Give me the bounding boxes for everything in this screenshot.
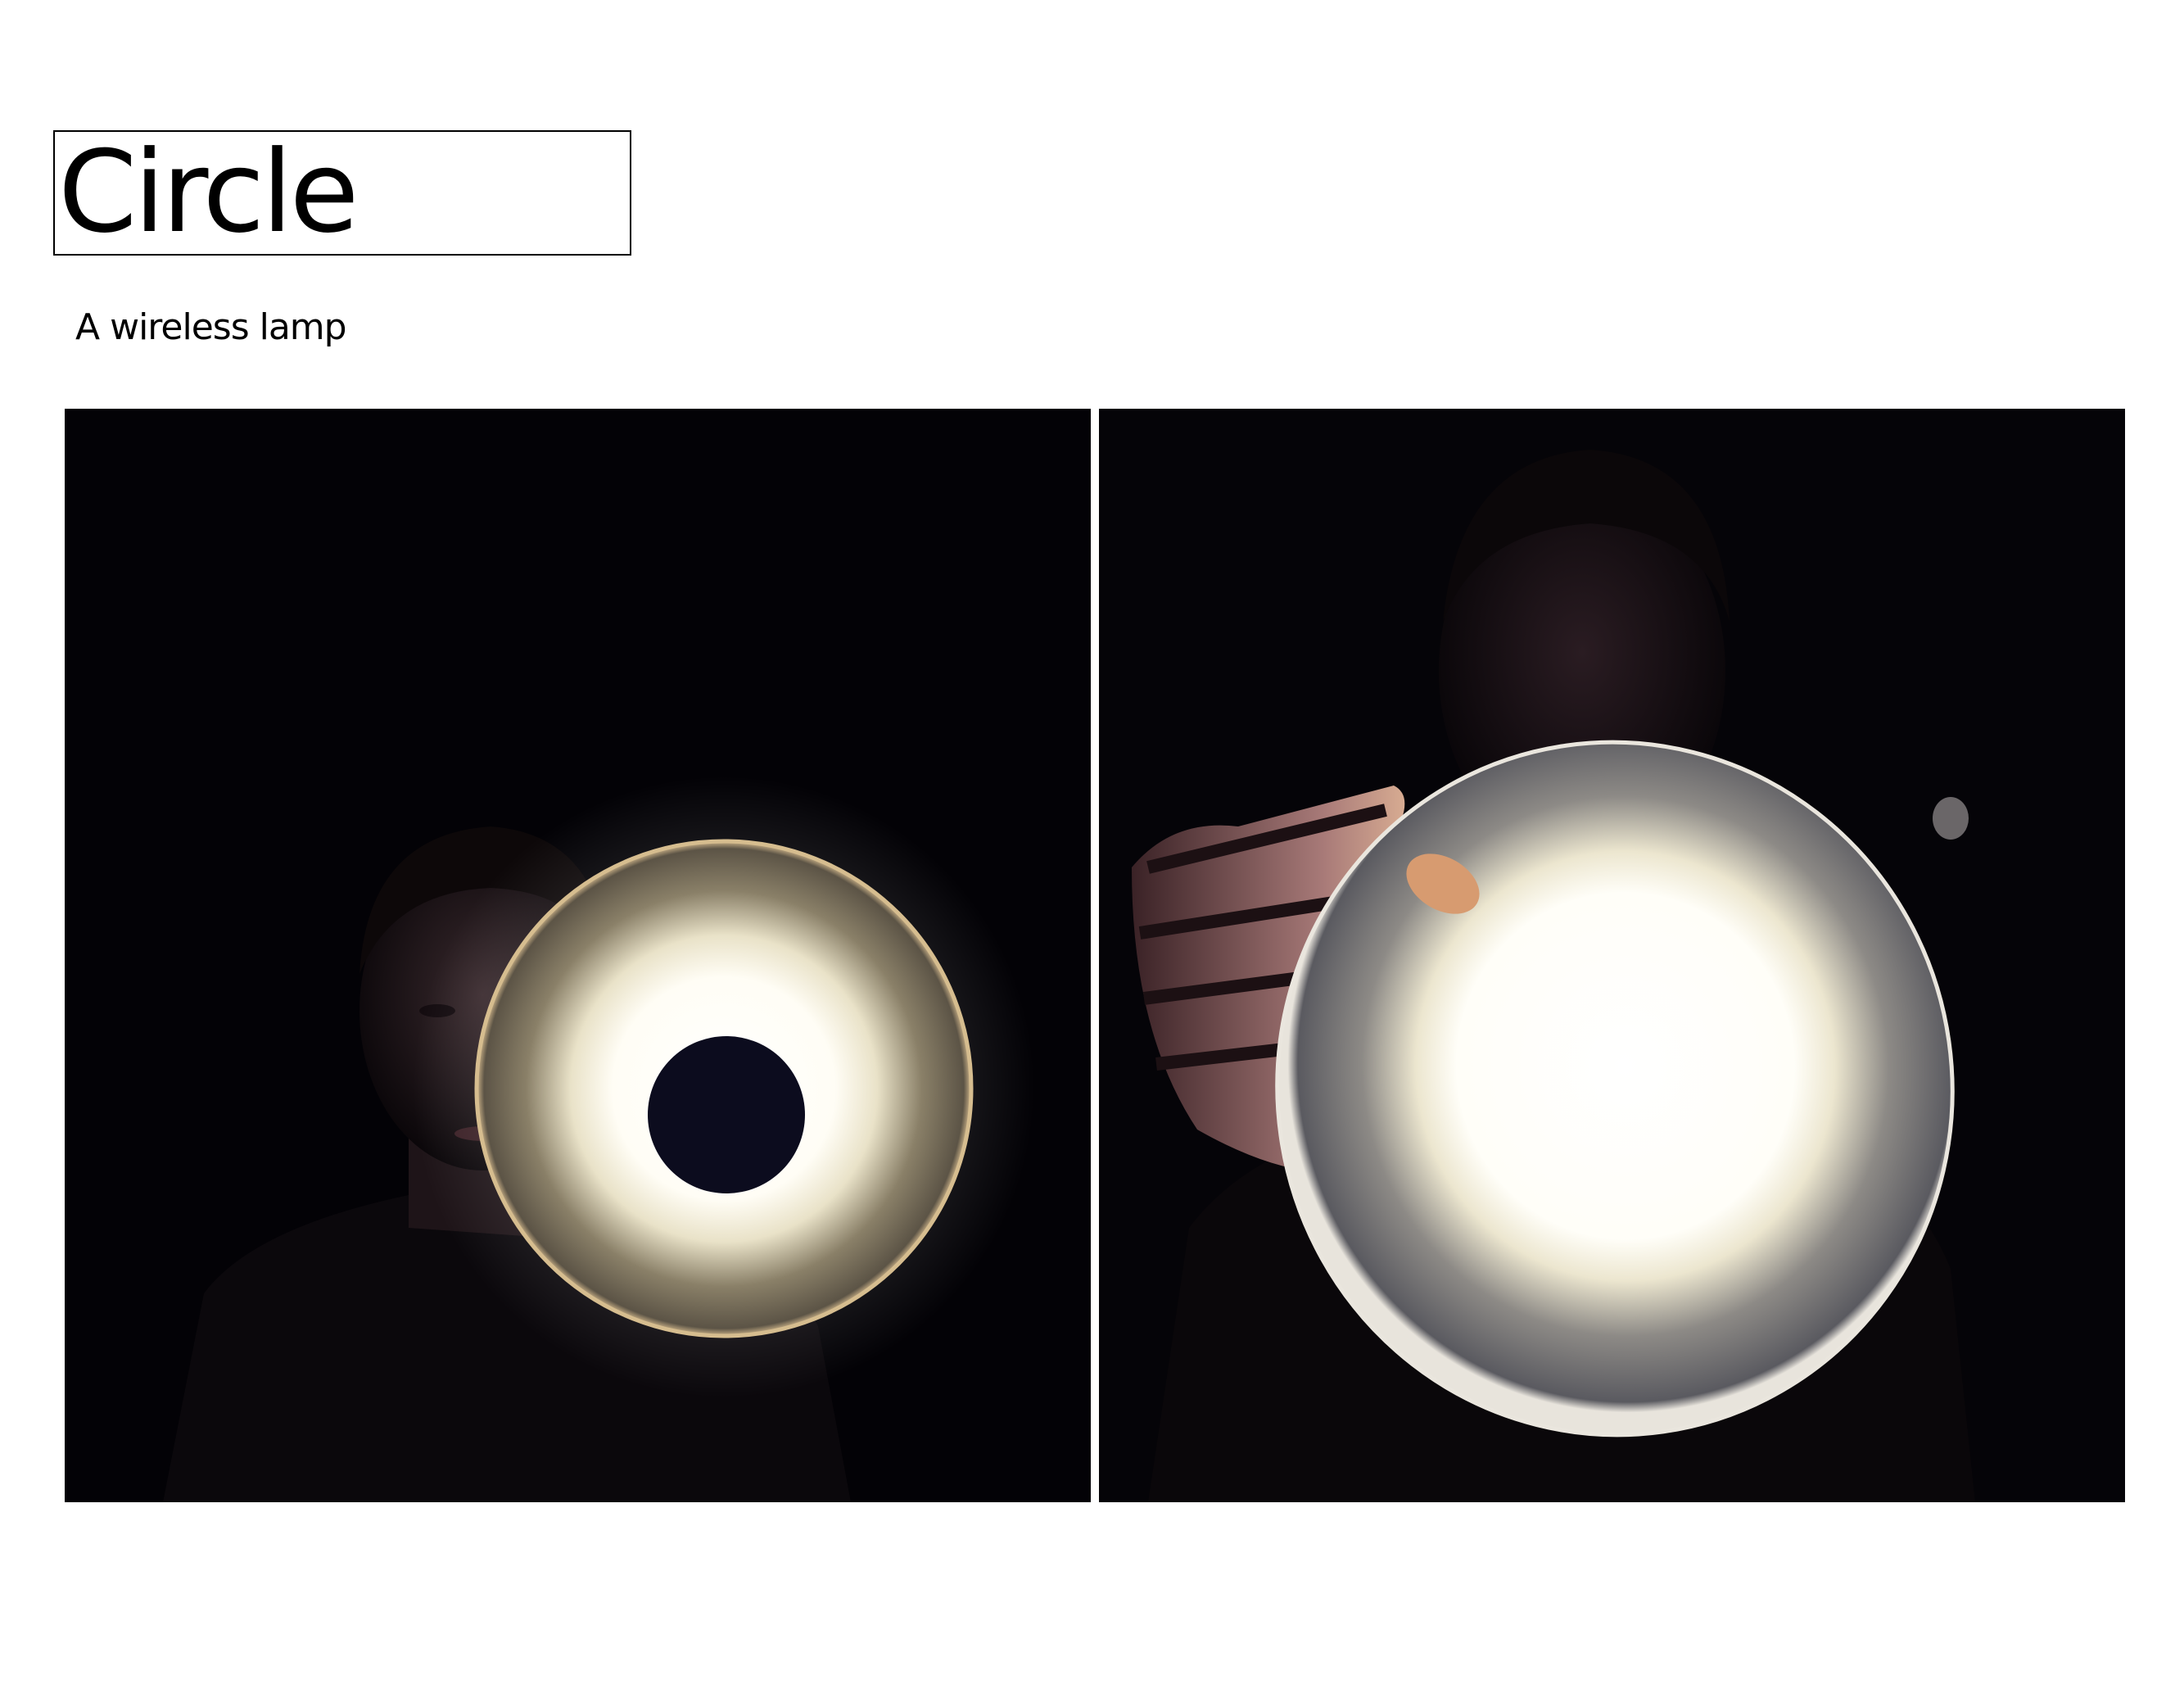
lamp-photo-ring-image xyxy=(65,409,1091,1502)
lamp-photo-ring xyxy=(65,409,1091,1502)
page-title: Circle xyxy=(58,130,359,256)
title-box: Circle xyxy=(53,130,631,256)
page-subtitle: A wireless lamp xyxy=(75,306,347,348)
lamp-photo-disc xyxy=(1099,409,2125,1502)
lamp-photo-disc-image xyxy=(1099,409,2125,1502)
